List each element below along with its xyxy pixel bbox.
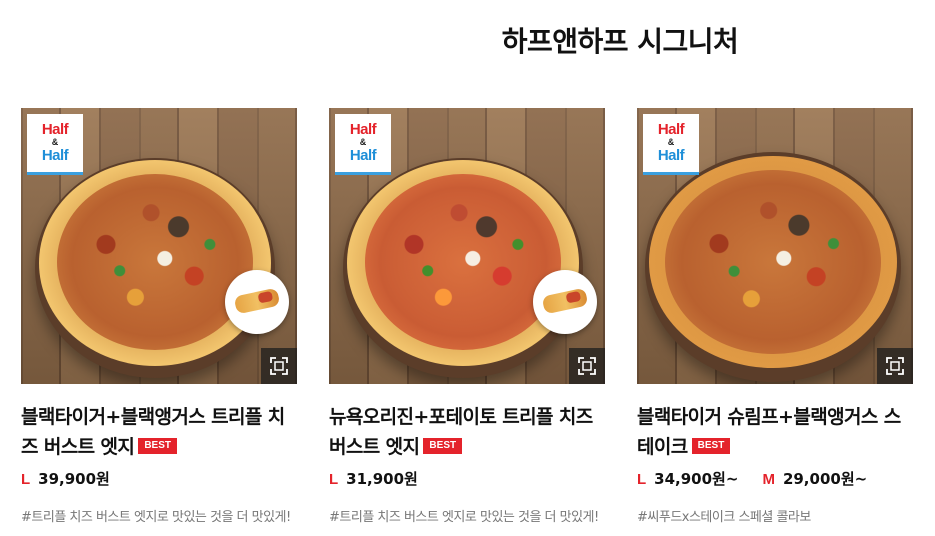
expand-icon (886, 357, 904, 375)
size-label: L (21, 471, 31, 488)
logo-text-top: Half (657, 121, 685, 138)
product-card[interactable]: Half & Half 블랙타이거 슈림프+블랙앵거스 스테이크 BEST L 34… (637, 108, 913, 525)
expand-icon (578, 357, 596, 375)
price-row: L 39,900원 (21, 468, 297, 490)
product-description: #트리플 치즈 버스트 엣지로 맛있는 것을 더 맛있게! (21, 510, 291, 525)
price-row: L 34,900원~ M 29,000원~ (637, 468, 913, 490)
pizza-toppings (665, 170, 881, 354)
logo-text-top: Half (349, 121, 377, 138)
product-name[interactable]: 블랙타이거+블랙앵거스 트리플 치즈 버스트 엣지 BEST (21, 402, 297, 462)
logo-text-bottom: Half (41, 147, 69, 164)
half-and-half-logo: Half & Half (27, 114, 83, 175)
zoom-button[interactable] (877, 348, 913, 384)
pizza-toppings (57, 174, 253, 350)
best-badge: BEST (138, 437, 177, 454)
zoom-button[interactable] (261, 348, 297, 384)
logo-text-amp: & (359, 137, 367, 147)
product-image[interactable]: Half & Half (637, 108, 913, 384)
product-name[interactable]: 뉴욕오리진+포테이토 트리플 치즈 버스트 엣지 BEST (329, 402, 605, 462)
best-badge: BEST (423, 437, 463, 454)
product-card[interactable]: Half & Half 블랙타이거+블랙앵거스 트리플 치즈 버스트 엣지 BES… (21, 108, 297, 525)
logo-text-amp: & (667, 137, 675, 147)
size-label: L (637, 471, 647, 488)
expand-icon (270, 357, 288, 375)
logo-text-bottom: Half (349, 147, 377, 164)
price-row: L 31,900원 (329, 468, 605, 490)
product-image[interactable]: Half & Half (329, 108, 605, 384)
cheese-edge-inset (533, 270, 597, 334)
price-value: 39,900원 (38, 470, 110, 488)
product-description: #트리플 치즈 버스트 엣지로 맛있는 것을 더 맛있게! (329, 510, 599, 525)
product-card[interactable]: Half & Half 뉴욕오리진+포테이토 트리플 치즈 버스트 엣지 BEST… (329, 108, 605, 525)
cheese-edge-inset (225, 270, 289, 334)
logo-text-top: Half (41, 121, 69, 138)
half-and-half-logo: Half & Half (643, 114, 699, 175)
logo-text-amp: & (51, 137, 59, 147)
product-image[interactable]: Half & Half (21, 108, 297, 384)
pizza-toppings (365, 174, 561, 350)
zoom-button[interactable] (569, 348, 605, 384)
price-value: 29,000원~ (782, 470, 868, 488)
size-label: M (762, 471, 775, 488)
price-value: 34,900원~ (654, 470, 739, 488)
logo-text-bottom: Half (657, 147, 685, 164)
product-name[interactable]: 블랙타이거 슈림프+블랙앵거스 스테이크 BEST (637, 402, 913, 462)
product-name-text: 블랙타이거 슈림프+블랙앵거스 스테이크 (637, 406, 901, 458)
product-description: #씨푸드x스테이크 스페셜 콜라보 (637, 510, 811, 525)
section-title: 하프앤하프 시그니처 (501, 25, 739, 58)
best-badge: BEST (691, 437, 731, 454)
size-label: L (329, 471, 339, 488)
half-and-half-logo: Half & Half (335, 114, 391, 175)
price-value: 31,900원 (346, 470, 418, 488)
